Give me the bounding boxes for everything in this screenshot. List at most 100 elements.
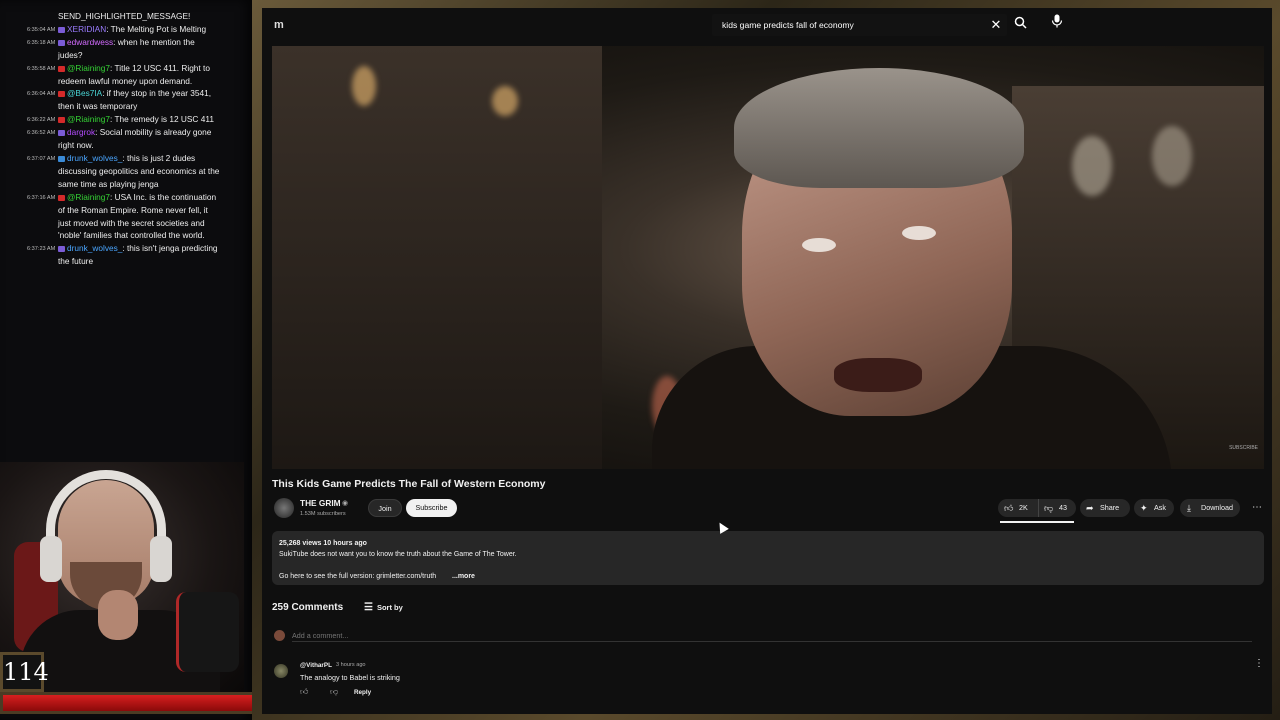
channel-name[interactable]: THE GRIM bbox=[300, 498, 341, 508]
thumbs-down-icon: 👎︎ bbox=[1044, 503, 1054, 513]
chat-badge-icon bbox=[58, 26, 65, 33]
presenter-eye bbox=[902, 226, 936, 240]
comment-author[interactable]: @VitharPL bbox=[300, 662, 332, 669]
headset-ear-left bbox=[40, 536, 62, 582]
like-dislike-group: 👍︎ 2K 👎︎ 43 bbox=[998, 499, 1076, 517]
chat-badge-icon bbox=[58, 155, 65, 162]
ask-button[interactable]: ✦ Ask bbox=[1134, 499, 1174, 517]
view-count-and-date: 25,268 views 10 hours ago bbox=[279, 540, 367, 547]
headset-icon bbox=[46, 470, 166, 560]
chat-message: 6:36:22 AM @Riaining7: The remedy is 12 U… bbox=[20, 113, 220, 126]
chat-username[interactable]: @Riaining7 bbox=[67, 114, 110, 124]
youtube-topbar: m ✕ bbox=[262, 8, 1272, 44]
ask-label: Ask bbox=[1154, 503, 1166, 512]
chat-username[interactable]: @Bes7IA bbox=[67, 88, 102, 98]
comment-dislike-icon[interactable]: 👎︎ bbox=[330, 687, 338, 697]
comment-like-icon[interactable]: 👍︎ bbox=[300, 687, 308, 697]
comment-menu-icon[interactable]: ⋮ bbox=[1254, 658, 1264, 669]
thumbs-up-icon: 👍︎ bbox=[1004, 503, 1014, 513]
sort-by-label: Sort by bbox=[376, 603, 403, 612]
chat-timestamp: 6:37:07 AM bbox=[27, 155, 56, 162]
chat-username[interactable]: drunk_wolves_ bbox=[67, 243, 122, 253]
chat-message-list: SEND_HIGHLIGHTED_MESSAGE! 6:35:04 AM XERID… bbox=[20, 10, 220, 268]
youtube-window: m ✕ SUBSCRIBE This Kids Game Predicts Th… bbox=[262, 8, 1272, 714]
description-more-link[interactable]: ...more bbox=[452, 573, 475, 580]
chat-badge-icon bbox=[58, 65, 65, 72]
chat-badge-icon bbox=[58, 194, 65, 201]
chat-timestamp: 6:37:23 AM bbox=[27, 246, 56, 253]
add-comment-input[interactable] bbox=[292, 629, 1252, 642]
streamer-hand bbox=[98, 590, 138, 640]
chat-timestamp: 6:36:52 AM bbox=[27, 130, 56, 137]
clear-search-icon[interactable]: ✕ bbox=[986, 15, 1006, 35]
comment-text: The analogy to Babel is striking bbox=[300, 673, 400, 682]
channel-avatar[interactable] bbox=[274, 498, 294, 518]
chat-message: 6:35:58 AM @Riaining7: Title 12 USC 411. … bbox=[20, 62, 220, 88]
comment-reply-button[interactable]: Reply bbox=[354, 689, 371, 696]
chat-message-text: SEND_HIGHLIGHTED_MESSAGE! bbox=[58, 11, 191, 21]
chat-message: 6:36:52 AM dargrok: Social mobility is al… bbox=[20, 126, 220, 152]
more-actions-icon[interactable]: ⋯ bbox=[1248, 499, 1266, 517]
chat-username[interactable]: dargrok bbox=[67, 127, 95, 137]
channel-subscriber-count: 1.53M subscribers bbox=[300, 511, 346, 517]
chat-timestamp: 6:36:04 AM bbox=[27, 91, 56, 98]
chat-timestamp: 6:35:58 AM bbox=[27, 65, 56, 72]
search-icon[interactable] bbox=[1010, 15, 1030, 35]
chat-timestamp: 6:35:18 AM bbox=[27, 39, 56, 46]
chat-message: SEND_HIGHLIGHTED_MESSAGE! bbox=[20, 10, 220, 23]
headset-ear-right bbox=[150, 536, 172, 582]
chat-badge-icon bbox=[58, 91, 65, 98]
description-text: SukiTube does not want you to know the t… bbox=[279, 551, 517, 558]
overlay-counter: 114 bbox=[0, 652, 49, 692]
chat-username[interactable]: @Riaining7 bbox=[67, 192, 110, 202]
chat-username[interactable]: drunk_wolves_ bbox=[67, 153, 122, 163]
chat-timestamp: 6:37:16 AM bbox=[27, 194, 56, 201]
like-count: 2K bbox=[1019, 503, 1028, 512]
chat-badge-icon bbox=[58, 117, 65, 124]
like-button[interactable]: 👍︎ 2K bbox=[998, 499, 1038, 517]
chat-username[interactable]: @Riaining7 bbox=[67, 63, 110, 73]
comment-timestamp[interactable]: 3 hours ago bbox=[336, 662, 366, 668]
join-button[interactable]: Join bbox=[368, 499, 402, 517]
search-input[interactable] bbox=[722, 18, 972, 32]
chat-message-text: : The Melting Pot is Melting bbox=[106, 23, 207, 34]
sort-icon: ☰ bbox=[364, 602, 373, 613]
dislike-button[interactable]: 👎︎ 43 bbox=[1038, 499, 1077, 517]
like-ratio-bar bbox=[1000, 521, 1074, 523]
presenter-eye bbox=[802, 238, 836, 252]
chat-username[interactable]: edwardwess bbox=[67, 37, 113, 47]
download-button[interactable]: ⤓ Download bbox=[1180, 499, 1240, 517]
chat-badge-icon bbox=[58, 130, 65, 137]
presenter-hair bbox=[734, 68, 1024, 188]
share-button[interactable]: ➦ Share bbox=[1080, 499, 1130, 517]
video-player[interactable]: SUBSCRIBE bbox=[272, 46, 1264, 469]
video-title: This Kids Game Predicts The Fall of West… bbox=[272, 478, 546, 490]
sparkle-icon: ✦ bbox=[1140, 503, 1148, 513]
share-label: Share bbox=[1100, 503, 1120, 512]
bokeh-light bbox=[1152, 126, 1192, 186]
chat-username[interactable]: XERIDIAN bbox=[67, 24, 106, 34]
bokeh-light bbox=[352, 66, 376, 106]
share-arrow-icon: ➦ bbox=[1086, 503, 1094, 513]
download-label: Download bbox=[1201, 503, 1233, 512]
bokeh-light bbox=[1072, 136, 1112, 196]
chat-message: 6:36:04 AM @Bes7IA: if they stop in the y… bbox=[20, 87, 220, 113]
sort-by-button[interactable]: ☰ Sort by bbox=[364, 602, 403, 613]
description-box[interactable]: 25,268 views 10 hours ago SukiTube does … bbox=[272, 531, 1264, 585]
chat-badge-icon bbox=[58, 39, 65, 46]
subscribe-watermark[interactable]: SUBSCRIBE bbox=[1229, 445, 1258, 451]
subscribe-button[interactable]: Subscribe bbox=[406, 499, 457, 517]
search-box[interactable]: ✕ bbox=[712, 14, 1007, 36]
description-link-text: Go here to see the full version: grimlet… bbox=[279, 573, 437, 580]
youtube-logo[interactable]: m bbox=[274, 19, 284, 31]
chat-message: 6:35:04 AM XERIDIAN: The Melting Pot is M… bbox=[20, 23, 220, 36]
comments-count: 259 Comments bbox=[272, 602, 344, 613]
chat-message: 6:37:07 AM drunk_wolves_: this is just 2 … bbox=[20, 152, 220, 191]
chat-message: 6:37:23 AM drunk_wolves_: this isn't jeng… bbox=[20, 242, 220, 268]
dislike-count: 43 bbox=[1059, 503, 1067, 512]
commenter-avatar[interactable] bbox=[274, 664, 288, 678]
microphone-icon[interactable] bbox=[1047, 14, 1067, 34]
user-avatar bbox=[274, 630, 285, 641]
microphone bbox=[176, 592, 239, 672]
bokeh-light bbox=[492, 86, 518, 116]
